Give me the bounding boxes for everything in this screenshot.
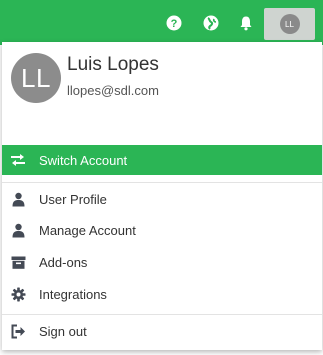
menu-item-manage-account[interactable]: Manage Account [2, 215, 322, 245]
menu-item-add-ons[interactable]: Add-ons [2, 247, 322, 277]
menu-item-label: User Profile [39, 192, 107, 207]
user-icon [11, 223, 26, 238]
user-name: Luis Lopes [67, 54, 159, 75]
exchange-icon [10, 152, 26, 168]
menu-item-label: Integrations [39, 287, 107, 302]
globe-icon[interactable] [203, 15, 219, 31]
divider [2, 182, 322, 183]
menu-item-integrations[interactable]: Integrations [2, 279, 322, 309]
menu-item-label: Manage Account [39, 223, 136, 238]
sign-out-label: Sign out [39, 324, 87, 339]
user-email: llopes@sdl.com [67, 83, 159, 98]
user-icon [11, 192, 26, 207]
sign-out-icon [11, 324, 26, 339]
svg-text:?: ? [171, 18, 178, 30]
menu-item-label: Add-ons [39, 255, 88, 270]
sign-out-button[interactable]: Sign out [2, 316, 322, 346]
archive-icon [11, 255, 26, 270]
gear-icon [11, 287, 26, 302]
bell-icon[interactable] [238, 15, 254, 31]
help-icon[interactable]: ? [166, 15, 182, 31]
account-menu-button[interactable]: LL [264, 8, 315, 40]
switch-account-label: Switch Account [39, 153, 128, 168]
account-dropdown: LL Luis Lopes llopes@sdl.com Switch Acco… [2, 42, 322, 350]
switch-account-button[interactable]: Switch Account [2, 145, 322, 175]
divider [2, 314, 322, 315]
top-bar: ? LL [0, 0, 323, 45]
avatar: LL [279, 14, 300, 34]
user-avatar: LL [11, 53, 61, 103]
menu-item-user-profile[interactable]: User Profile [2, 184, 322, 214]
